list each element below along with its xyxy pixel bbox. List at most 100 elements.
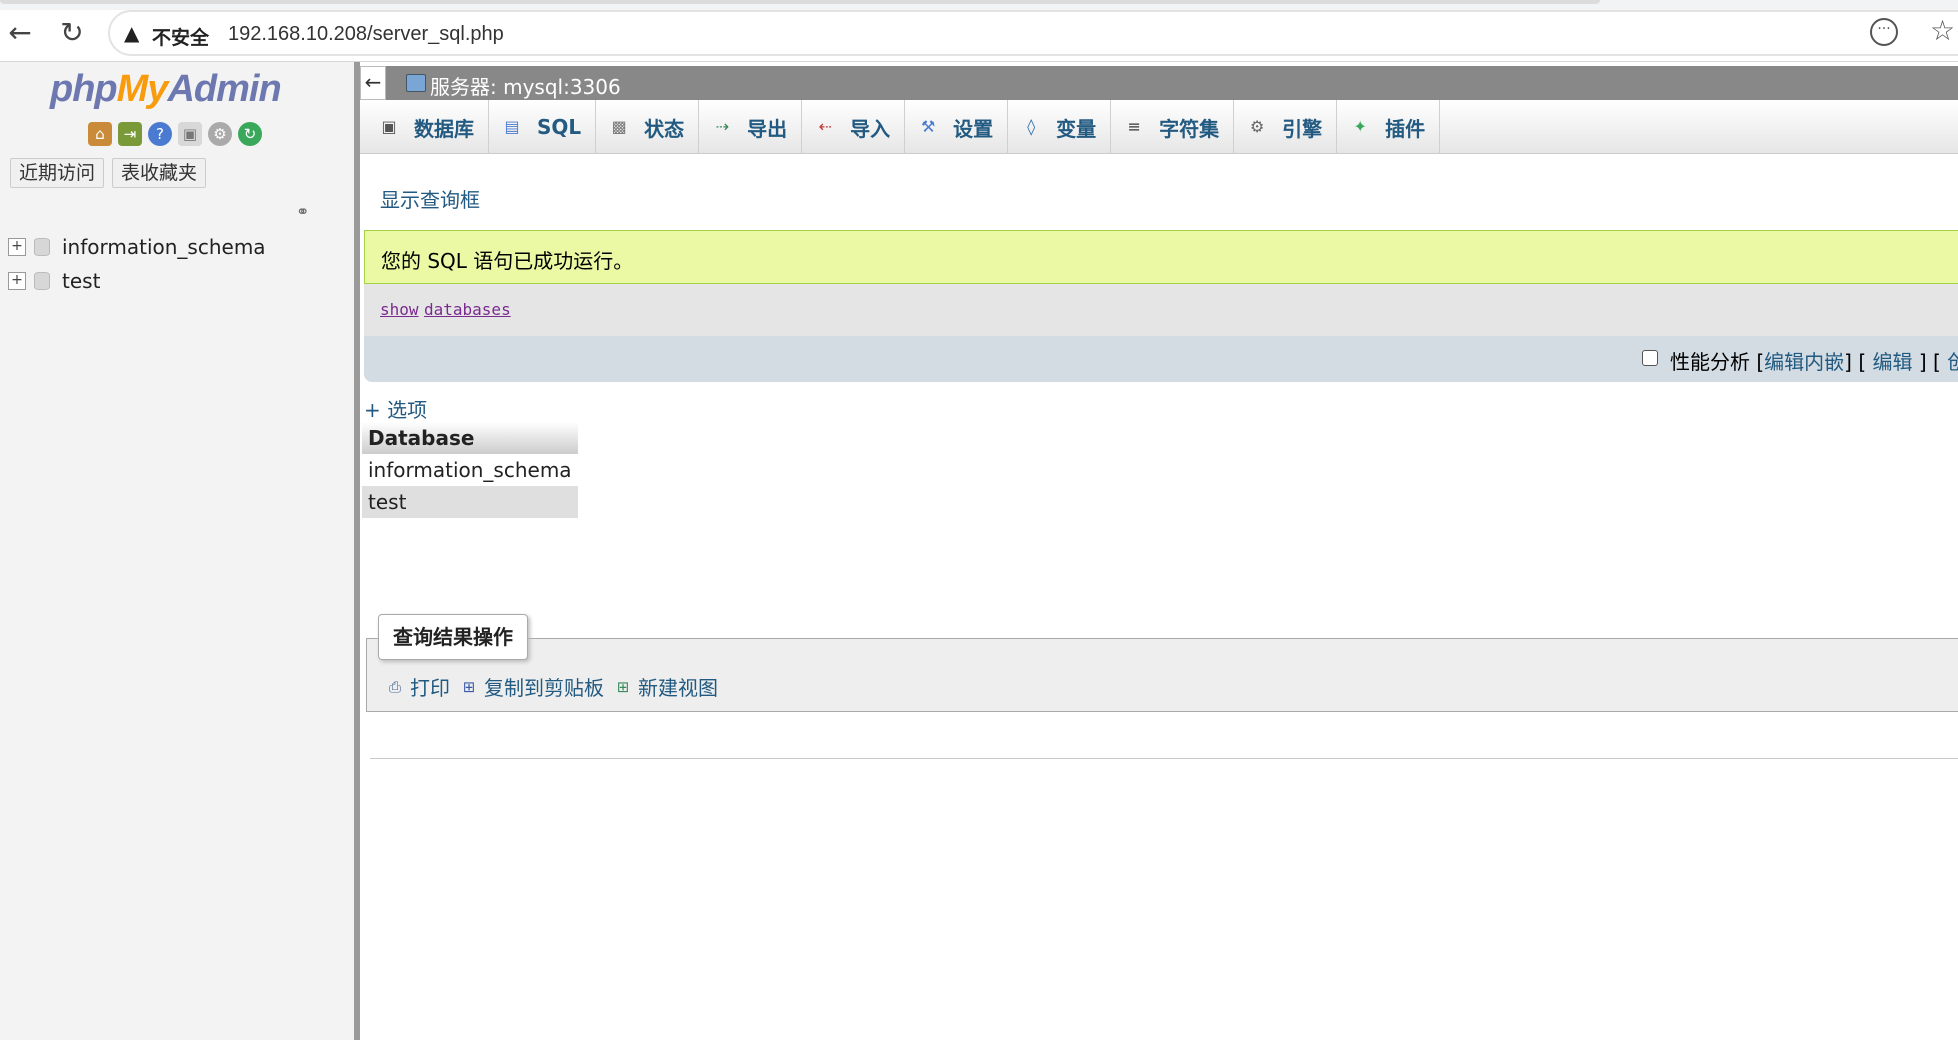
- tree-item-information-schema[interactable]: + information_schema: [8, 230, 266, 264]
- tab-label: 插件: [1385, 116, 1426, 141]
- operations-links: ⎙ 打印 ⊞ 复制到剪贴板 ⊞ 新建视图: [384, 672, 726, 701]
- tab-charset[interactable]: ≡ 字符集: [1111, 100, 1235, 154]
- tab-label: 状态: [644, 116, 685, 141]
- tab-export[interactable]: ⇢ 导出: [699, 100, 803, 154]
- help-icon[interactable]: ?: [148, 122, 172, 146]
- server-icon: [406, 74, 426, 92]
- tab-settings[interactable]: ⚒ 设置: [905, 100, 1009, 154]
- expand-plus-icon[interactable]: +: [8, 272, 26, 290]
- edit-inline-link[interactable]: 编辑内嵌: [1764, 350, 1844, 374]
- server-label[interactable]: 服务器: mysql:3306: [430, 71, 621, 100]
- database-icon: ▣: [381, 117, 397, 136]
- tab-sql[interactable]: ▤ SQL: [489, 100, 597, 154]
- tab-import[interactable]: ⇠ 导入: [802, 100, 906, 154]
- copy-to-clipboard-button[interactable]: ⊞ 复制到剪贴板: [458, 672, 604, 701]
- refresh-icon[interactable]: ↻: [238, 122, 262, 146]
- reload-icon[interactable]: ↻: [54, 14, 90, 50]
- warning-triangle-icon[interactable]: ▲: [124, 21, 139, 45]
- print-label: 打印: [410, 676, 450, 700]
- bookmark-star-icon[interactable]: ☆: [1930, 14, 1955, 47]
- divider: [370, 758, 1958, 759]
- create-php-code-link[interactable]: 创建: [1947, 350, 1958, 374]
- new-view-label: 新建视图: [638, 676, 718, 700]
- profiling-label: 性能分析: [1670, 350, 1750, 374]
- sql-keyword-show[interactable]: show: [380, 300, 419, 319]
- tab-label: SQL: [537, 115, 582, 139]
- options-toggle[interactable]: + 选项: [364, 394, 427, 423]
- tab-label: 设置: [953, 116, 994, 141]
- sql-keyword-databases[interactable]: databases: [424, 300, 511, 319]
- tab-label: 引擎: [1282, 116, 1323, 141]
- print-button[interactable]: ⎙ 打印: [384, 672, 450, 701]
- clipboard-icon: ⊞: [462, 677, 476, 696]
- nav-tabs: 近期访问 表收藏夹: [10, 158, 207, 188]
- nav-icon-bar: ⌂ ⇥ ? ▣ ⚙ ↻: [88, 122, 262, 146]
- table-row[interactable]: test: [362, 486, 578, 518]
- tree-item-label[interactable]: information_schema: [62, 235, 266, 259]
- status-icon: ▩: [611, 117, 627, 136]
- edit-link[interactable]: 编辑: [1873, 350, 1913, 374]
- table-cell[interactable]: test: [362, 486, 578, 518]
- engine-icon: ⚙: [1249, 117, 1265, 136]
- tab-status[interactable]: ▩ 状态: [596, 100, 700, 154]
- tab-label: 数据库: [414, 116, 474, 141]
- tree-item-test[interactable]: + test: [8, 264, 266, 298]
- link-icon[interactable]: ⚭: [296, 202, 309, 221]
- plugin-icon: ✦: [1353, 117, 1367, 136]
- tab-strip: [0, 0, 1958, 10]
- success-message-text: 您的 SQL 语句已成功运行。: [381, 249, 634, 273]
- wrench-icon: ⚒: [920, 117, 936, 136]
- table-header-row: Database: [362, 422, 578, 454]
- collapse-arrow-icon[interactable]: ←: [360, 66, 386, 100]
- export-icon: ⇢: [715, 117, 729, 136]
- results-table: Database information_schema test: [362, 422, 578, 518]
- more-options-icon[interactable]: ···: [1870, 18, 1898, 46]
- database-icon: [34, 238, 50, 256]
- new-view-icon: ⊞: [616, 677, 630, 696]
- back-arrow-icon[interactable]: ←: [2, 14, 38, 50]
- import-icon: ⇠: [818, 117, 832, 136]
- docs-icon[interactable]: ▣: [178, 122, 202, 146]
- tab-strip-edge: [0, 0, 1600, 4]
- tab-databases[interactable]: ▣ 数据库: [366, 100, 489, 154]
- column-header-database[interactable]: Database: [362, 422, 578, 454]
- show-query-box-link[interactable]: 显示查询框: [380, 184, 480, 213]
- tab-label: 导出: [747, 116, 788, 141]
- url-text[interactable]: 192.168.10.208/server_sql.php: [228, 23, 504, 46]
- create-view-button[interactable]: ⊞ 新建视图: [612, 672, 718, 701]
- phpmyadmin-logo[interactable]: phpMyAdmin: [50, 68, 282, 111]
- sql-query-display: show databases: [364, 284, 1958, 336]
- address-bar[interactable]: ▲ 不安全 192.168.10.208/server_sql.php: [108, 10, 1958, 56]
- copy-label: 复制到剪贴板: [484, 676, 604, 700]
- table-row[interactable]: information_schema: [362, 454, 578, 486]
- nav-resize-handle[interactable]: [354, 62, 360, 1040]
- tree-item-label[interactable]: test: [62, 269, 100, 293]
- tab-variables[interactable]: ◊ 变量: [1008, 100, 1112, 154]
- query-tools-bar: 性能分析 [编辑内嵌] [ 编辑 ] [ 创建: [364, 336, 1958, 382]
- browser-toolbar: ← ↻ ▲ 不安全 192.168.10.208/server_sql.php …: [0, 0, 1958, 62]
- success-message: 您的 SQL 语句已成功运行。: [364, 230, 1958, 284]
- recent-button[interactable]: 近期访问: [10, 158, 105, 188]
- profiling-checkbox[interactable]: [1642, 350, 1658, 366]
- table-cell[interactable]: information_schema: [362, 454, 578, 486]
- favorites-button[interactable]: 表收藏夹: [112, 158, 207, 188]
- tab-label: 字符集: [1159, 116, 1220, 141]
- tab-label: 变量: [1056, 116, 1097, 141]
- tab-plugins[interactable]: ✦ 插件: [1337, 100, 1441, 154]
- tab-engines[interactable]: ⚙ 引擎: [1234, 100, 1338, 154]
- database-icon: [34, 272, 50, 290]
- logo-my: My: [116, 68, 169, 110]
- logo-admin: Admin: [167, 68, 281, 110]
- expand-plus-icon[interactable]: +: [8, 238, 26, 256]
- tab-label: 导入: [850, 116, 891, 141]
- operations-legend: 查询结果操作: [378, 614, 528, 660]
- sql-icon: ▤: [504, 117, 520, 136]
- charset-icon: ≡: [1127, 117, 1141, 136]
- printer-icon: ⎙: [388, 677, 401, 696]
- server-breadcrumb: ← 服务器: mysql:3306: [360, 66, 1958, 100]
- settings-gear-icon[interactable]: ⚙: [208, 122, 232, 146]
- home-icon[interactable]: ⌂: [88, 122, 112, 146]
- insecure-label[interactable]: 不安全: [152, 23, 209, 50]
- database-tree: + information_schema + test: [8, 230, 266, 298]
- logout-icon[interactable]: ⇥: [118, 122, 142, 146]
